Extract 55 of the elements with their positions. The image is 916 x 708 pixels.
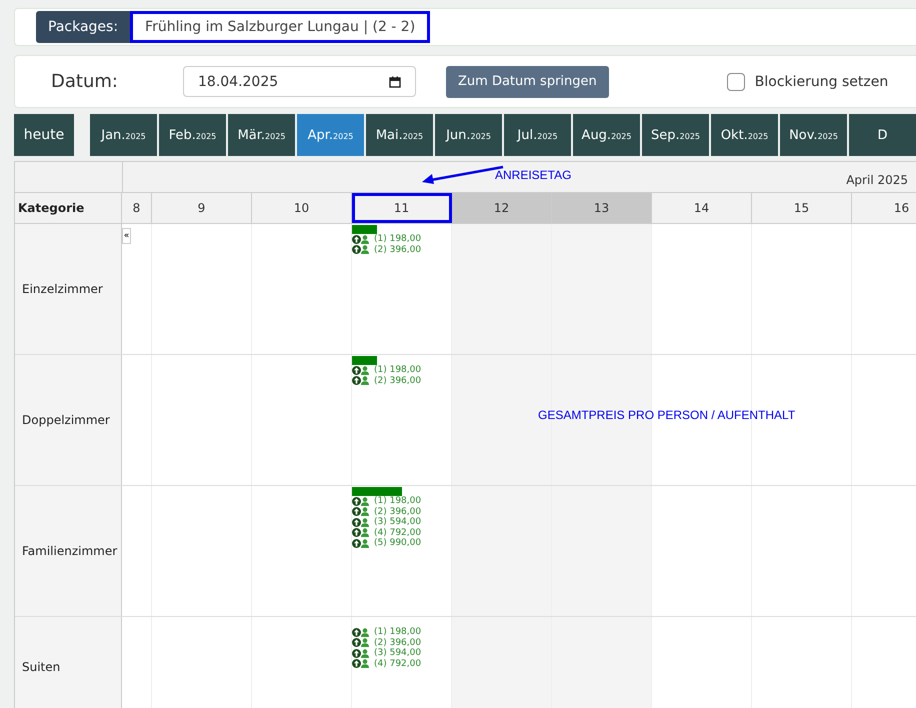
month-button[interactable]: Jun.2025 xyxy=(435,114,502,156)
month-button[interactable]: Aug.2025 xyxy=(573,114,640,156)
price-text: (2) 396,00 xyxy=(374,506,422,517)
month-button[interactable]: Mai.2025 xyxy=(366,114,433,156)
month-button[interactable]: Nov.2025 xyxy=(780,114,847,156)
month-button[interactable]: Okt.2025 xyxy=(711,114,778,156)
category-cell: Familienzimmer xyxy=(15,486,122,616)
price-text: (3) 594,00 xyxy=(374,517,422,528)
price-text: (1) 198,00 xyxy=(374,365,422,376)
price-text: (2) 396,00 xyxy=(374,376,422,386)
availability-bar xyxy=(352,487,402,496)
day-header: 14 xyxy=(652,193,752,223)
price-text: (4) 792,00 xyxy=(374,528,422,538)
category-cell: Einzelzimmer xyxy=(15,224,122,354)
block-label: Blockierung setzen xyxy=(754,74,888,90)
month-title: April 2025 xyxy=(846,173,908,187)
month-button[interactable]: Feb.2025 xyxy=(159,114,226,156)
month-button[interactable]: Mär.2025 xyxy=(228,114,295,156)
availability-bar xyxy=(352,356,377,365)
month-button[interactable]: Jul.2025 xyxy=(504,114,571,156)
today-button[interactable]: heute xyxy=(14,114,74,156)
month-button[interactable]: Jan.2025 xyxy=(90,114,157,156)
package-label: Packages: xyxy=(36,11,130,43)
month-button[interactable]: Sep.2025 xyxy=(642,114,709,156)
price-text: (1) 198,00 xyxy=(374,627,422,638)
category-cell: Doppelzimmer xyxy=(15,355,122,485)
arrival-annotation: ANREISETAG xyxy=(495,168,572,182)
month-button[interactable]: Apr.2025 xyxy=(297,114,364,156)
day-header: 8 xyxy=(122,193,152,223)
price-text: (2) 396,00 xyxy=(374,638,422,648)
price-text: (3) 594,00 xyxy=(374,648,422,658)
price-text: (4) 792,00 xyxy=(374,658,422,669)
day-header: 16 xyxy=(852,193,916,223)
day-header: 13 xyxy=(552,193,652,223)
price-text: (5) 990,00 xyxy=(374,538,422,548)
day-header: 11 xyxy=(352,193,452,223)
total-price-annotation: GESAMTPREIS PRO PERSON / AUFENTHALT xyxy=(538,408,796,422)
date-field[interactable]: 18.04.2025 xyxy=(183,66,416,97)
price-text: (1) 198,00 xyxy=(374,234,422,244)
day-header: 9 xyxy=(152,193,252,223)
category-header: Kategorie xyxy=(15,193,122,223)
day-header: 12 xyxy=(452,193,552,223)
price-text: (2) 396,00 xyxy=(374,244,422,255)
category-cell: Suiten xyxy=(15,617,122,708)
price-text: (1) 198,00 xyxy=(374,496,422,506)
calendar-icon xyxy=(389,76,401,88)
jump-to-date-button[interactable]: Zum Datum springen xyxy=(446,66,609,98)
date-label: Datum: xyxy=(51,71,119,92)
day-header: 15 xyxy=(752,193,852,223)
package-select[interactable]: Frühling im Salzburger Lungau | (2 - 2) xyxy=(130,11,430,43)
availability-bar xyxy=(352,225,377,234)
month-button[interactable]: D xyxy=(849,114,916,156)
block-checkbox[interactable] xyxy=(726,72,745,90)
collapse-button[interactable]: « xyxy=(122,228,131,244)
day-header: 10 xyxy=(252,193,352,223)
